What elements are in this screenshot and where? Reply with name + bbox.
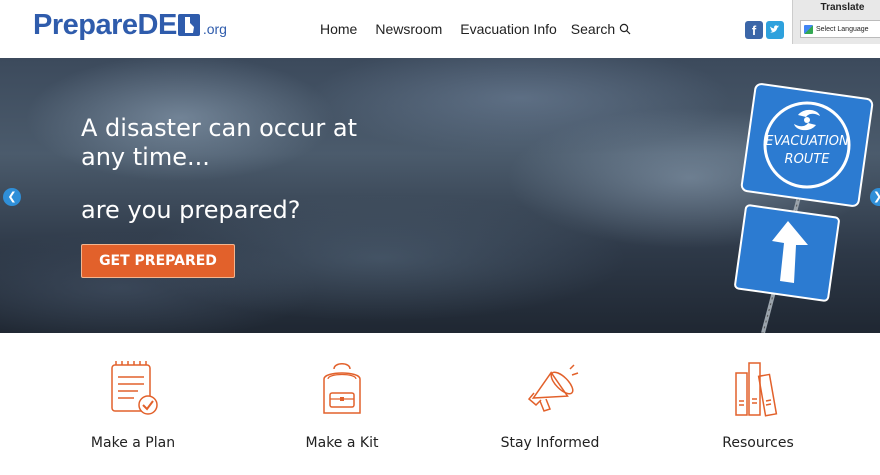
nav-newsroom[interactable]: Newsroom	[375, 21, 442, 37]
delaware-state-icon	[177, 14, 200, 36]
search-label: Search	[570, 21, 616, 37]
feature-label: Stay Informed	[500, 435, 600, 451]
social-links: f	[745, 21, 784, 39]
nav-home[interactable]: Home	[320, 21, 357, 37]
books-icon	[735, 362, 778, 417]
site-logo[interactable]: PrepareDE .org	[33, 9, 227, 42]
facebook-icon[interactable]: f	[745, 21, 763, 39]
translate-title: Translate	[820, 2, 865, 13]
slider-prev-button[interactable]: ❮	[3, 188, 21, 206]
evacuation-route-sign-image: EVACUATION ROUTE	[734, 83, 874, 333]
main-nav: Home Newsroom Evacuation Info Search	[320, 21, 631, 37]
sign-text-top: EVACUATION	[765, 134, 849, 149]
nav-evacuation-info[interactable]: Evacuation Info	[460, 21, 557, 37]
site-header: PrepareDE .org Home Newsroom Evacuation …	[0, 0, 880, 58]
logo-text: PrepareDE	[33, 9, 177, 41]
translate-widget: Translate Select Language	[792, 0, 880, 44]
get-prepared-button[interactable]: GET PREPARED	[81, 244, 235, 278]
checklist-icon	[111, 361, 158, 415]
nav-search[interactable]: Search	[571, 21, 631, 37]
search-icon	[619, 23, 631, 35]
language-select-value: Select Language	[816, 25, 869, 33]
facebook-glyph: f	[751, 22, 757, 38]
hero-headline: A disaster can occur at any time...	[81, 114, 357, 171]
google-translate-icon	[804, 24, 813, 34]
feature-label: Make a Plan	[90, 435, 176, 451]
feature-label: Make a Kit	[305, 435, 379, 451]
megaphone-icon	[527, 364, 579, 412]
feature-label: Resources	[722, 435, 794, 451]
backpack-icon	[323, 363, 361, 414]
logo-suffix: .org	[202, 21, 227, 37]
feature-links: Make a Plan Make a Kit Stay Informed Res…	[0, 333, 880, 475]
twitter-icon[interactable]	[766, 21, 784, 39]
hero-slider: A disaster can occur at any time... are …	[0, 58, 880, 333]
language-select[interactable]: Select Language	[800, 20, 880, 38]
hero-subheadline: are you prepared?	[81, 196, 301, 224]
sign-text-bottom: ROUTE	[785, 152, 831, 167]
